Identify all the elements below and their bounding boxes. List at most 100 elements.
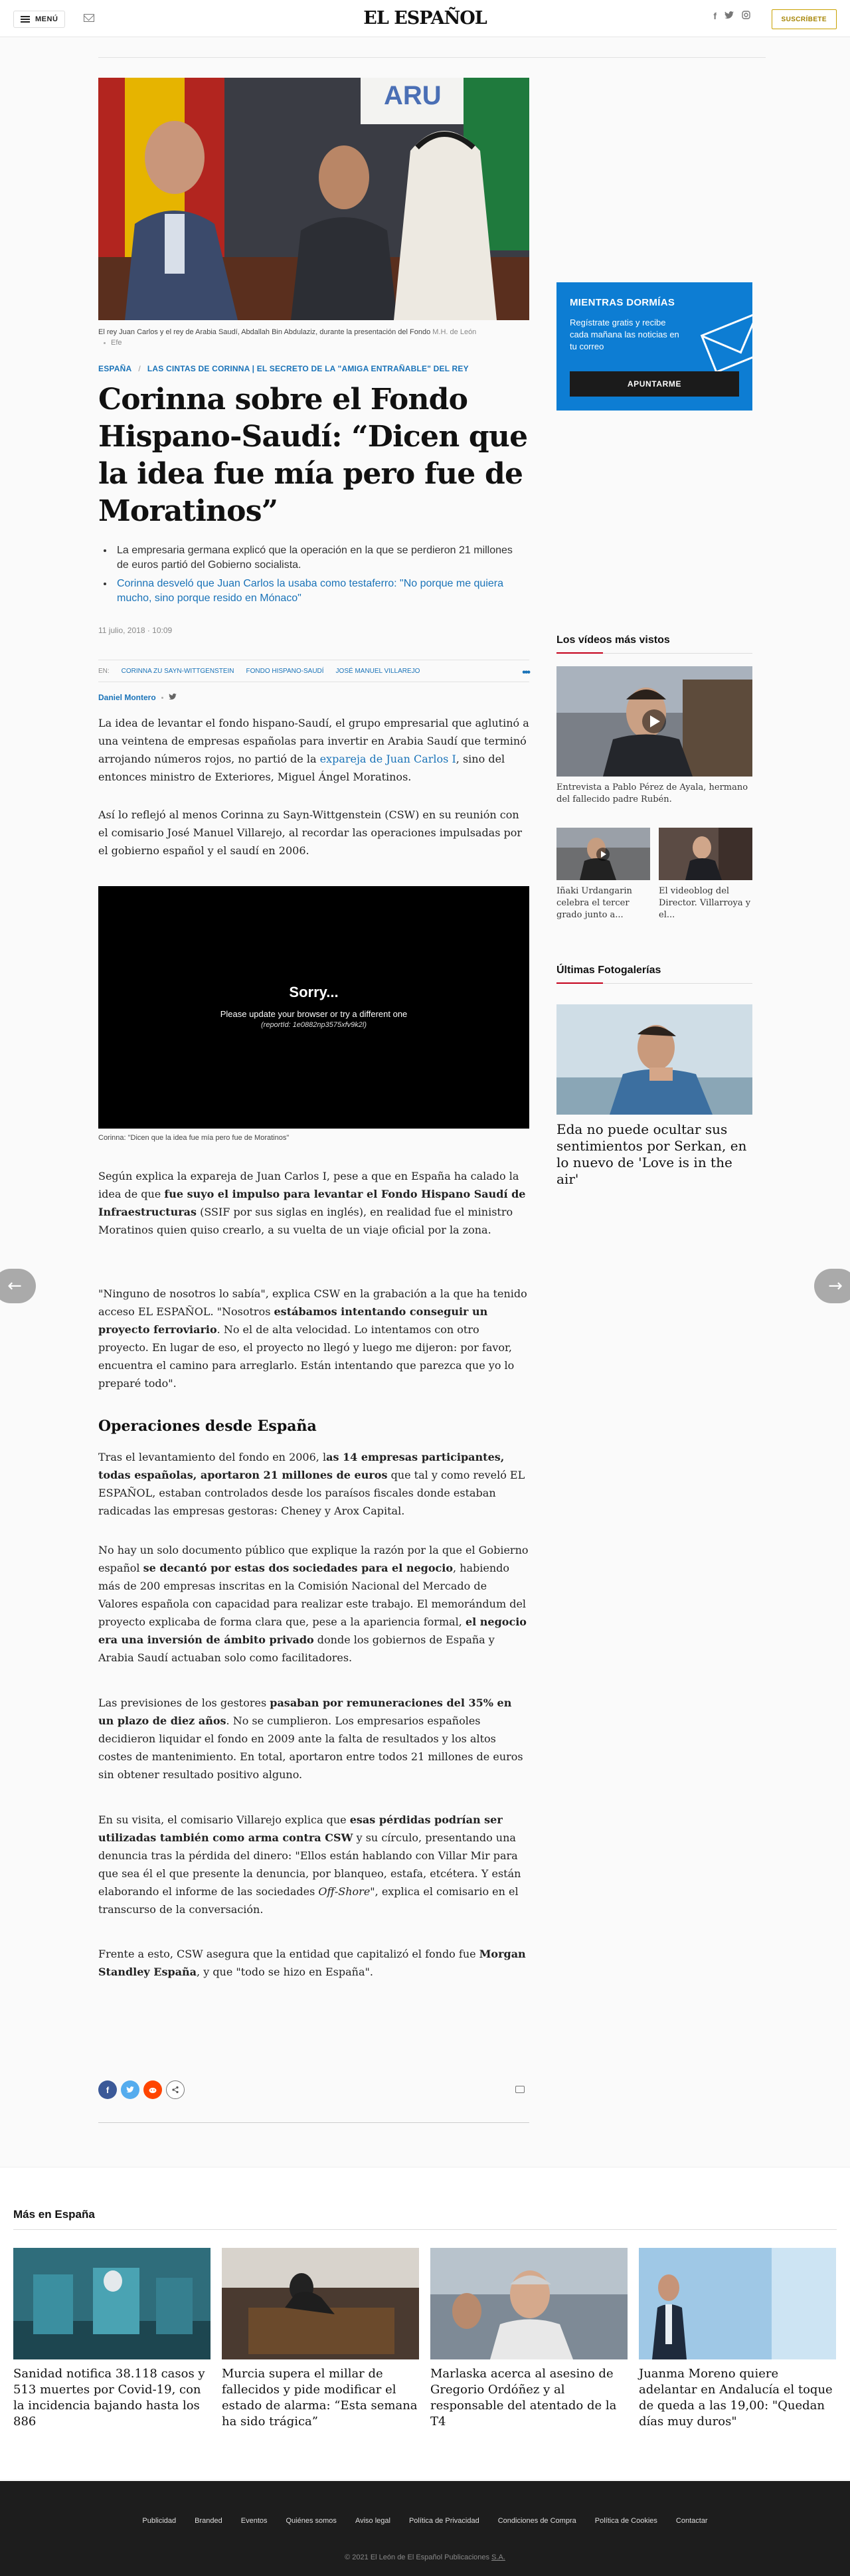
tag-link[interactable]: CORINNA ZU SAYN-WITTGENSTEIN xyxy=(122,668,234,675)
date-value: 11 julio, 2018 xyxy=(98,626,145,635)
section-link[interactable]: ESPAÑA xyxy=(98,364,131,373)
bold-run: se decantó por estas dos sociedades para… xyxy=(143,1562,454,1574)
footer-link[interactable]: Publicidad xyxy=(142,2517,176,2525)
share-reddit-icon[interactable] xyxy=(143,2080,162,2099)
inline-link[interactable]: expareja de Juan Carlos I xyxy=(320,753,456,765)
article-title: Corinna sobre el Fondo Hispano-Saudí: “D… xyxy=(98,383,528,528)
publish-date: 11 julio, 2018 · 10:09 xyxy=(98,626,173,635)
related-article-title[interactable]: Marlaska acerca al asesino de Gregorio O… xyxy=(430,2366,628,2430)
video-thumbnail-main[interactable] xyxy=(556,666,752,777)
summary-item: La empresaria germana explicó que la ope… xyxy=(104,543,515,573)
comments-icon[interactable] xyxy=(515,2086,525,2093)
menu-label: MENÚ xyxy=(35,15,58,23)
tag-link[interactable]: FONDO HISPANO-SAUDÍ xyxy=(246,668,324,675)
share-bar: f xyxy=(98,2080,185,2099)
site-footer: Publicidad Branded Eventos Quiénes somos… xyxy=(0,2481,850,2576)
footer-link[interactable]: Política de Cookies xyxy=(595,2517,657,2525)
body-paragraph: Según explica la expareja de Juan Carlos… xyxy=(98,1167,529,1239)
related-article-title[interactable]: Sanidad notifica 38.118 casos y 513 muer… xyxy=(13,2366,211,2430)
related-article-title[interactable]: Juanma Moreno quiere adelantar en Andalu… xyxy=(639,2366,836,2430)
related-article-card[interactable]: Sanidad notifica 38.118 casos y 513 muer… xyxy=(13,2248,211,2430)
related-article-image[interactable] xyxy=(222,2248,419,2359)
article-summary: La empresaria germana explicó que la ope… xyxy=(104,543,515,610)
body-paragraph: Tras el levantamiento del fondo en 2006,… xyxy=(98,1448,529,1520)
gallery-caption[interactable]: Eda no puede ocultar sus sentimientos po… xyxy=(556,1121,752,1188)
videos-heading: Los vídeos más vistos xyxy=(556,634,752,654)
video-thumbnail-small[interactable] xyxy=(659,828,752,880)
text-run: Las previsiones de los gestores xyxy=(98,1697,270,1709)
share-facebook-icon[interactable]: f xyxy=(98,2080,117,2099)
divider xyxy=(98,57,766,58)
image-credit: M.H. de León xyxy=(432,328,477,336)
video-main-caption[interactable]: Entrevista a Pablo Pérez de Ayala, herma… xyxy=(556,782,752,806)
previous-article-arrow-icon[interactable]: ← xyxy=(0,1269,36,1303)
video-player[interactable]: Sorry... Please update your browser or t… xyxy=(98,886,529,1129)
signup-button[interactable]: APUNTARME xyxy=(570,371,739,397)
share-twitter-icon[interactable] xyxy=(121,2080,139,2099)
menu-button[interactable]: MENÚ xyxy=(13,11,66,28)
site-logo[interactable]: EL ESPAÑOL xyxy=(363,8,487,29)
video-small-caption[interactable]: El videoblog del Director. Villarroya y … xyxy=(659,885,752,921)
text-run: , y que "todo se hizo en España". xyxy=(197,1966,373,1978)
related-article-image[interactable] xyxy=(639,2248,836,2359)
gallery-thumbnail[interactable] xyxy=(556,1004,752,1115)
social-links: f xyxy=(713,11,750,21)
next-article-arrow-icon[interactable]: → xyxy=(814,1269,850,1303)
footer-link[interactable]: Branded xyxy=(195,2517,222,2525)
footer-link[interactable]: Eventos xyxy=(241,2517,268,2525)
promo-title: MIENTRAS DORMÍAS xyxy=(570,297,675,308)
instagram-icon[interactable] xyxy=(742,11,750,21)
newsletter-promo: MIENTRAS DORMÍAS Regístrate gratis y rec… xyxy=(556,282,752,411)
footer-link[interactable]: Quiénes somos xyxy=(286,2517,337,2525)
footer-link[interactable]: Contactar xyxy=(676,2517,708,2525)
topic-link[interactable]: LAS CINTAS DE CORINNA | EL SECRETO DE LA… xyxy=(147,364,469,373)
section-subheading: Operaciones desde España xyxy=(98,1418,317,1435)
text-run: Tras el levantamiento del fondo en 2006,… xyxy=(98,1451,327,1463)
divider xyxy=(13,2229,837,2230)
copyright-text: © 2021 El León de El Español Publicacion… xyxy=(345,2553,492,2561)
tags-prefix: EN: xyxy=(98,667,110,675)
newsletter-mail-icon[interactable] xyxy=(84,14,94,22)
more-section-title: Más en España xyxy=(13,2208,95,2221)
tag-link[interactable]: JOSÉ MANUEL VILLAREJO xyxy=(336,668,420,675)
more-options-icon[interactable]: ••• xyxy=(522,667,531,679)
video-thumbnail-small[interactable] xyxy=(556,828,650,880)
author-byline: Daniel Montero xyxy=(98,693,177,702)
promo-description: Regístrate gratis y recibe cada mañana l… xyxy=(570,318,679,351)
video-caption: Corinna: "Dicen que la idea fue mía pero… xyxy=(98,1134,290,1142)
footer-link[interactable]: Condiciones de Compra xyxy=(498,2517,576,2525)
video-error-title: Sorry... xyxy=(289,984,339,1000)
video-error-ref: (reportId: 1e0882np3575xfv9k2l) xyxy=(261,1021,367,1029)
related-article-card[interactable]: Juanma Moreno quiere adelantar en Andalu… xyxy=(639,2248,836,2430)
text-run: En su visita, el comisario Villarejo exp… xyxy=(98,1813,350,1826)
related-article-image[interactable] xyxy=(13,2248,211,2359)
copyright-company-link[interactable]: S.A. xyxy=(491,2553,505,2561)
facebook-icon[interactable]: f xyxy=(713,11,717,21)
copyright: © 2021 El León de El Español Publicacion… xyxy=(0,2553,850,2561)
footer-link[interactable]: Política de Privacidad xyxy=(409,2517,479,2525)
share-generic-icon[interactable] xyxy=(166,2080,185,2099)
svg-text:ARU: ARU xyxy=(384,81,442,110)
twitter-icon[interactable] xyxy=(724,11,734,21)
related-article-title[interactable]: Murcia supera el millar de fallecidos y … xyxy=(222,2366,419,2430)
related-article-card[interactable]: Marlaska acerca al asesino de Gregorio O… xyxy=(430,2248,628,2430)
footer-link[interactable]: Aviso legal xyxy=(355,2517,390,2525)
body-paragraph: "Ninguno de nosotros lo sabía", explica … xyxy=(98,1285,529,1392)
video-small-caption[interactable]: Iñaki Urdangarin celebra el tercer grado… xyxy=(556,885,650,921)
author-name[interactable]: Daniel Montero xyxy=(98,693,156,702)
video-error-message: Please update your browser or try a diff… xyxy=(220,1009,408,1019)
breadcrumb: ESPAÑA / LAS CINTAS DE CORINNA | EL SECRET… xyxy=(98,364,469,373)
related-article-image[interactable] xyxy=(430,2248,628,2359)
separator-dot xyxy=(161,696,163,699)
time-value: 10:09 xyxy=(152,626,173,635)
image-source: Efe xyxy=(111,339,122,347)
body-paragraph: La idea de levantar el fondo hispano-Sau… xyxy=(98,714,529,786)
divider xyxy=(98,2122,529,2123)
text-run: Frente a esto, CSW asegura que la entida… xyxy=(98,1948,479,1960)
footer-links: Publicidad Branded Eventos Quiénes somos… xyxy=(0,2517,850,2525)
related-article-card[interactable]: Murcia supera el millar de fallecidos y … xyxy=(222,2248,419,2430)
author-twitter-icon[interactable] xyxy=(168,693,177,702)
gallery-heading: Últimas Fotogalerías xyxy=(556,965,752,984)
summary-related-link[interactable]: Corinna desveló que Juan Carlos la usaba… xyxy=(104,577,515,606)
subscribe-button[interactable]: SUSCRÍBETE xyxy=(771,9,837,29)
